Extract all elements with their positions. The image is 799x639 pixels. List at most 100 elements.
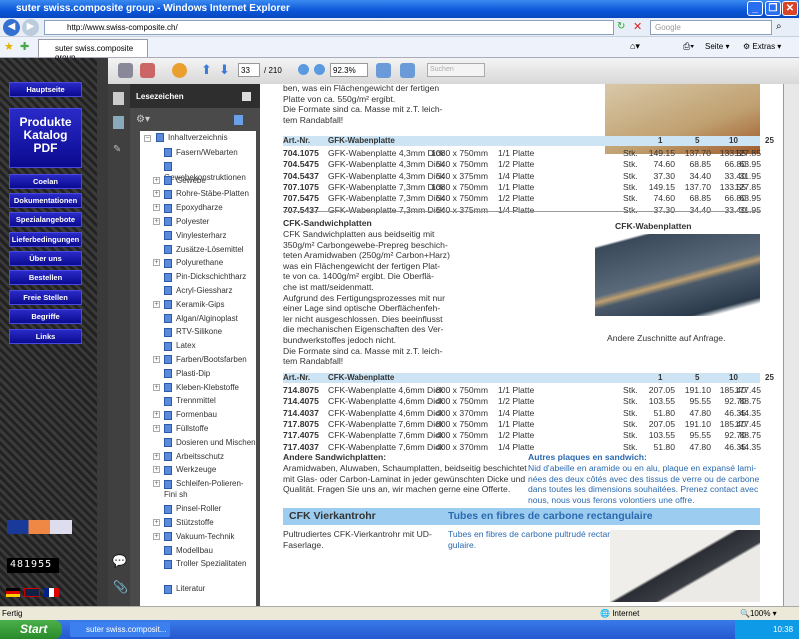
expand-icon[interactable]: + [153,452,160,460]
print-share-icon[interactable] [140,63,155,78]
bookmarks-icon[interactable] [113,116,124,129]
bookmark-item[interactable]: Formenbau [164,409,256,420]
zoom-level[interactable]: 🔍100% ▾ [740,609,777,618]
page-menu[interactable]: Seite ▾ [705,42,729,51]
fit-width-icon[interactable] [376,63,391,78]
save-icon[interactable] [118,63,133,78]
tab-active[interactable]: suter swiss.composite group [38,39,148,62]
expand-icon[interactable]: + [153,532,160,540]
fit-page-icon[interactable] [400,63,415,78]
expand-icon[interactable]: + [153,480,160,488]
stop-icon[interactable]: ✕ [633,20,642,33]
expand-icon[interactable]: + [153,176,160,184]
extras-menu[interactable]: ⚙ Extras ▾ [743,42,781,51]
url-input[interactable]: http://www.swiss-composite.ch/ [44,20,614,35]
search-icon[interactable]: ⌕ [776,21,782,32]
page-number-input[interactable]: 33 [238,63,260,77]
expand-icon[interactable]: + [153,204,160,212]
home-icon[interactable]: ⌂▾ [630,41,640,52]
flag-fr[interactable] [44,588,59,597]
nav-dokumentationen[interactable]: Dokumentationen [9,193,82,208]
bookmark-item[interactable]: Pinsel-Roller [164,503,256,514]
print-icon[interactable]: ⎙▾ [683,41,694,52]
zoom-out-icon[interactable] [298,64,309,75]
nav-links[interactable]: Links [9,329,82,344]
produkte-katalog-pdf-button[interactable]: Produkte Katalog PDF [9,108,82,168]
flag-de[interactable] [6,588,20,597]
expand-icon[interactable]: + [153,190,160,198]
new-bookmark-icon[interactable] [234,115,243,125]
bookmark-item[interactable]: Gewebe [164,175,256,186]
bookmark-item[interactable]: Dosieren und Mischen [164,437,256,448]
expand-icon[interactable]: + [153,300,160,308]
expand-icon[interactable]: + [153,383,160,391]
panel-options-icon[interactable] [242,92,251,101]
expand-icon[interactable]: + [153,218,160,225]
nav-coelan[interactable]: Coelan [9,174,82,189]
bookmark-item[interactable]: Pin-Dickschichtharz [164,271,256,282]
back-button[interactable]: ◀ [3,19,20,36]
pages-icon[interactable] [113,92,124,105]
bookmark-item[interactable]: Polyester [164,216,256,227]
start-button[interactable]: Start [0,620,62,639]
nav-begriffe[interactable]: Begriffe [9,309,82,324]
signatures-icon[interactable]: ✎ [113,144,121,155]
bookmark-item[interactable]: Vakuum-Technik [164,531,256,542]
comments-icon[interactable]: 💬 [112,554,127,568]
bookmark-item[interactable]: Epoxydharze [164,202,256,213]
bookmark-item[interactable]: RTV-Silikone [164,326,256,337]
expand-icon[interactable]: + [153,411,160,419]
prev-page-icon[interactable]: ⬆ [201,62,212,78]
bookmark-item[interactable]: Arbeitsschutz [164,451,256,462]
bookmark-item[interactable]: Algan/Alginoplast [164,313,256,324]
bookmark-item[interactable]: Trennmittel [164,395,256,406]
bookmark-item[interactable]: Acryl-Giessharz [164,285,256,296]
nav-lieferbedingungen[interactable]: Lieferbedingungen [9,232,82,247]
flag-uk[interactable] [24,588,40,597]
vertical-scrollbar[interactable] [783,84,799,606]
bookmark-options-icon[interactable]: ⚙▾ [136,114,150,125]
bookmark-item[interactable]: Farben/Bootsfarben [164,354,256,365]
expand-icon[interactable]: + [153,466,160,474]
maximize-button[interactable]: ❐ [765,1,781,16]
nav-freie-stellen[interactable]: Freie Stellen [9,290,82,305]
bookmark-item[interactable]: Werkzeuge [164,464,256,475]
bookmark-item[interactable]: Schleifen-Polieren-Fini sh [164,478,256,500]
bookmark-root[interactable]: Inhaltverzeichnis [156,133,228,143]
expand-icon[interactable]: + [153,519,160,526]
bookmark-item[interactable]: Polyurethane [164,257,256,268]
nav-ueber-uns[interactable]: Über uns [9,251,82,266]
expand-icon[interactable]: + [153,425,160,432]
close-button[interactable]: ✕ [782,1,798,16]
bookmark-item[interactable]: Keramik-Gips [164,299,256,310]
bookmark-item[interactable]: Literatur [164,583,256,594]
bookmark-item[interactable]: Latex [164,340,256,351]
expand-icon[interactable]: + [153,356,160,363]
bookmark-item[interactable]: Zusätze-Lösemittel [164,244,256,255]
zoom-select[interactable]: 92.3% [330,63,368,77]
attachments-icon[interactable]: 📎 [113,580,128,594]
forward-button[interactable]: ▶ [22,19,39,36]
taskbar-item-ie[interactable]: suter swiss.composit... [70,622,170,637]
acrobat-search-input[interactable]: Suchen [427,63,485,77]
search-input[interactable]: Google [650,20,772,35]
expand-icon[interactable]: + [153,259,160,267]
favorites-star-icon[interactable]: ★ [4,40,14,53]
zoom-in-icon[interactable] [314,64,325,75]
nav-spezialangebote[interactable]: Spezialangebote [9,212,82,227]
nav-bestellen[interactable]: Bestellen [9,270,82,285]
bookmark-item[interactable]: Kleben-Klebstoffe [164,382,256,393]
bookmark-item[interactable]: Modellbau [164,545,256,556]
bookmark-item[interactable]: Füllstoffe [164,423,256,434]
bookmark-item[interactable]: Stützstoffe [164,517,256,528]
bookmark-item[interactable]: Vinylesterharz [164,230,256,241]
add-favorite-icon[interactable]: ✚ [20,40,29,53]
next-page-icon[interactable]: ⬇ [219,62,230,78]
nav-hauptseite[interactable]: Hauptseite [9,82,82,97]
bookmark-item[interactable]: Troller Spezialitaten [164,558,256,569]
bookmark-item[interactable]: Rohre-Stäbe-Platten [164,188,256,199]
refresh-icon[interactable]: ↻ [617,21,625,32]
bookmark-item[interactable]: Plasti-Dip [164,368,256,379]
collaborate-icon[interactable] [172,63,187,78]
minimize-button[interactable]: _ [747,1,763,16]
